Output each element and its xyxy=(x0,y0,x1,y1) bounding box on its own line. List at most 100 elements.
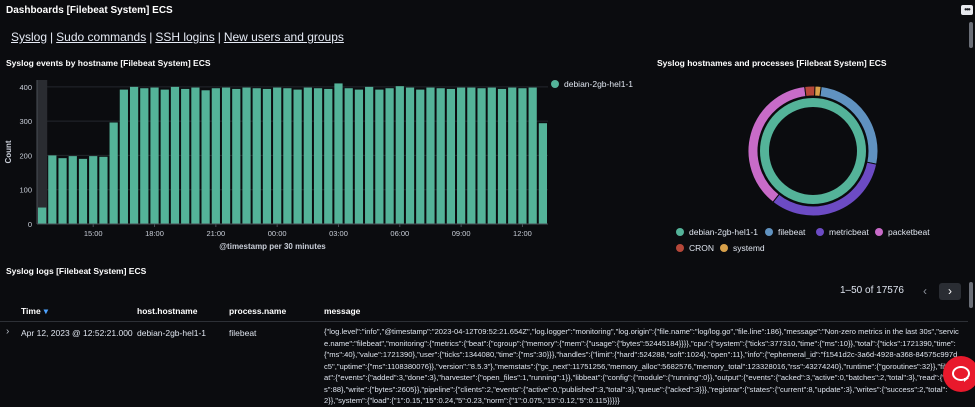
bar-legend-item[interactable]: debian-2gb-hel1-1 xyxy=(551,79,633,89)
chevron-left-icon[interactable]: ‹ xyxy=(914,283,936,300)
link-ssh-logins[interactable]: SSH logins xyxy=(155,30,214,44)
x-tick-label: 06:00 xyxy=(390,229,409,238)
bar xyxy=(119,89,128,224)
column-header-time[interactable]: Time ▾ xyxy=(21,306,48,317)
bar xyxy=(385,88,394,224)
bar xyxy=(160,89,169,224)
link-separator: | xyxy=(149,30,153,44)
column-header-process[interactable]: process.name xyxy=(229,306,286,316)
bar xyxy=(508,87,517,225)
legend-label: systemd xyxy=(733,243,765,253)
bar xyxy=(99,156,108,224)
bar xyxy=(313,88,323,224)
bar xyxy=(211,88,220,224)
bar xyxy=(375,89,384,224)
legend-dot-icon xyxy=(765,228,773,236)
cell-message: {"log.level":"info","@timestamp":"2023-0… xyxy=(324,327,960,405)
x-tick-label: 21:00 xyxy=(206,229,225,238)
sort-descending-icon[interactable]: ▾ xyxy=(44,306,48,316)
column-header-message[interactable]: message xyxy=(324,306,360,316)
bar-legend-label: debian-2gb-hel1-1 xyxy=(564,79,633,89)
legend-label: metricbeat xyxy=(829,227,869,237)
legend-item-packetbeat[interactable]: packetbeat xyxy=(875,227,930,237)
cell-time: Apr 12, 2023 @ 12:52:21.000 xyxy=(21,328,133,338)
column-header-label: Time xyxy=(21,306,41,316)
link-separator: | xyxy=(217,30,221,44)
y-tick-label: 100 xyxy=(19,186,32,195)
x-tick-label: 15:00 xyxy=(84,229,103,238)
legend-dot-icon xyxy=(875,228,883,236)
legend-item-metricbeat[interactable]: metricbeat xyxy=(816,227,869,237)
hostnames-processes-donut-chart xyxy=(747,85,879,217)
bar xyxy=(426,87,435,225)
y-tick-label: 0 xyxy=(28,220,32,229)
bar xyxy=(78,158,88,224)
bar xyxy=(262,88,272,225)
bar xyxy=(150,87,159,225)
bar xyxy=(58,158,67,224)
ellipsis-icon[interactable]: ••• xyxy=(961,5,973,15)
column-header-host[interactable]: host.hostname xyxy=(137,306,197,316)
chat-widget-button[interactable] xyxy=(943,356,975,392)
bar xyxy=(416,89,425,224)
bar xyxy=(528,87,537,225)
pagination-summary: 1–50 of 17576 xyxy=(840,285,904,296)
bar xyxy=(181,88,190,225)
link-new-users-and-groups[interactable]: New users and groups xyxy=(224,30,344,44)
bar xyxy=(293,89,302,224)
bar xyxy=(201,90,210,225)
y-axis-title: Count xyxy=(4,140,13,163)
dashboard-header: Dashboards [Filebeat System] ECS ••• xyxy=(0,0,975,22)
chevron-right-icon[interactable]: › xyxy=(939,283,961,300)
bar xyxy=(334,83,343,224)
bar xyxy=(487,87,496,225)
link-syslog[interactable]: Syslog xyxy=(11,30,47,44)
expand-row-icon[interactable]: › xyxy=(6,326,9,337)
bar xyxy=(252,88,261,224)
partial-bucket-shade xyxy=(37,80,48,224)
legend-item-systemd[interactable]: systemd xyxy=(720,243,765,253)
link-separator: | xyxy=(50,30,54,44)
dashboard-links: Syslog | Sudo commands | SSH logins | New user… xyxy=(11,30,344,44)
bar xyxy=(221,87,231,225)
y-tick-label: 200 xyxy=(19,151,32,160)
x-tick-label: 03:00 xyxy=(329,229,348,238)
cell-process-name: filebeat xyxy=(229,328,257,338)
link-sudo-commands[interactable]: Sudo commands xyxy=(56,30,146,44)
legend-item-cron[interactable]: CRON xyxy=(676,243,714,253)
bar xyxy=(170,86,180,224)
logs-scrollbar[interactable] xyxy=(969,282,973,308)
x-tick-label: 00:00 xyxy=(268,229,287,238)
bar xyxy=(109,122,118,224)
bar xyxy=(283,88,292,224)
x-tick-label: 12:00 xyxy=(513,229,532,238)
bar xyxy=(395,86,404,224)
bar xyxy=(365,86,374,224)
legend-dot-icon xyxy=(720,244,728,252)
y-tick-label: 400 xyxy=(19,83,32,92)
pie-panel-title: Syslog hostnames and processes [Filebeat… xyxy=(657,58,887,68)
bar xyxy=(89,156,98,224)
chat-bubble-tail xyxy=(964,378,969,382)
bar xyxy=(457,87,466,225)
donut-slice-outer xyxy=(804,85,816,98)
legend-label: filebeat xyxy=(778,227,806,237)
bar xyxy=(538,123,547,224)
legend-item-debian[interactable]: debian-2gb-hel1-1 xyxy=(676,227,758,237)
x-tick-label: 09:00 xyxy=(452,229,471,238)
donut-slice-inner xyxy=(760,98,866,204)
x-axis-title: @timestamp per 30 minutes xyxy=(219,242,326,251)
page-title: Dashboards [Filebeat System] ECS xyxy=(6,5,173,16)
legend-item-filebeat[interactable]: filebeat xyxy=(765,227,805,237)
bar xyxy=(518,88,527,224)
bar xyxy=(324,88,333,225)
y-tick-label: 300 xyxy=(19,117,32,126)
donut-slice-outer xyxy=(814,85,822,97)
bar xyxy=(191,87,200,225)
bar xyxy=(38,207,47,224)
bar xyxy=(48,155,57,224)
legend-dot-icon xyxy=(816,228,824,236)
table-header-divider xyxy=(0,321,968,322)
syslog-events-bar-chart: 0 100 200 300 400 15:00 18:00 21:00 00:00 03:00 06… xyxy=(4,80,548,251)
page-scrollbar[interactable] xyxy=(969,22,973,48)
